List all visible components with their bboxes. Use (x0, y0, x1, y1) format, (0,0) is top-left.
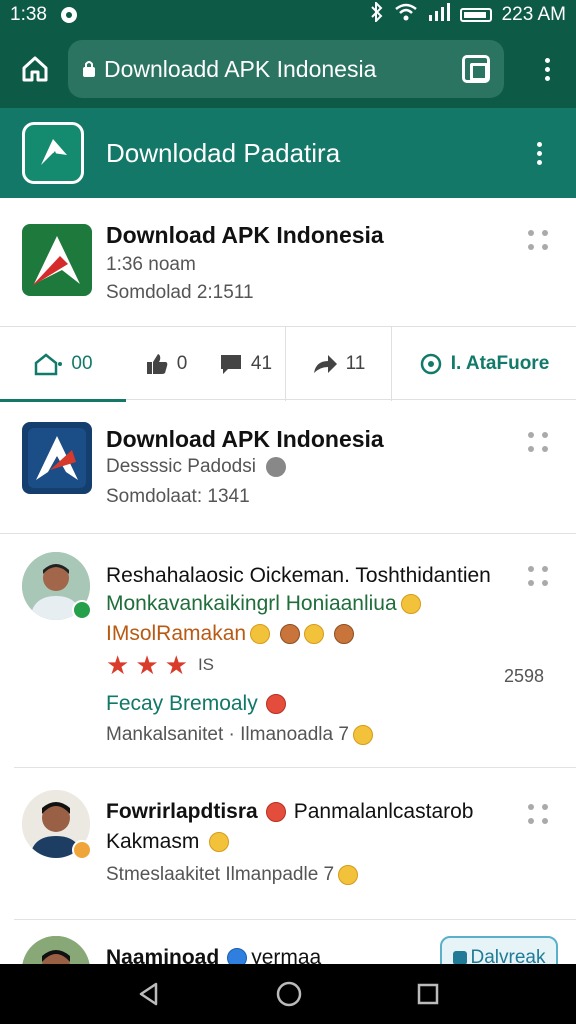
notification-dot-icon (60, 7, 77, 23)
comment-menu-button[interactable] (528, 804, 550, 826)
smile-emoji-icon (352, 724, 373, 745)
app-thumb-2 (22, 422, 92, 494)
home-button[interactable] (14, 48, 56, 90)
home-circle-icon[interactable] (276, 981, 302, 1007)
recents-square-icon[interactable] (417, 983, 439, 1005)
home-icon (22, 56, 48, 82)
action-count: 11 (345, 353, 366, 374)
comment-text-part: Mankalsanitet · Ilmanoadla 7 (106, 724, 349, 745)
action-comment[interactable]: 41 (206, 327, 286, 401)
angry-emoji-icon (265, 802, 286, 823)
lock-icon (83, 61, 95, 77)
comment-text-part: IMsolRamakan (106, 622, 247, 645)
app-row-title: Download APK Indonesia (106, 426, 384, 452)
url-text: Downloadd APK Indonesia (104, 55, 377, 82)
smile-emoji-icon (304, 624, 325, 645)
badge-icon (72, 840, 92, 860)
action-count: 0 (176, 353, 188, 374)
tabs-button[interactable] (462, 55, 490, 83)
star-icon: ★ (135, 650, 159, 680)
browser-toolbar: Downloadd APK Indonesia (0, 30, 576, 108)
clock-icon (266, 457, 286, 477)
system-nav-bar (0, 964, 576, 1024)
comment-text: Monkavankaikingrl Honiaanliua (106, 592, 421, 616)
comment-meta: Stmeslaakitet Ilmanpadle 7 (106, 864, 359, 886)
action-bar: 00 0 41 11 I. AtaFuore (0, 326, 576, 402)
star-rating: ★ ★ ★ IS (106, 652, 214, 678)
app-menu-button[interactable] (524, 133, 554, 173)
status-time: 1:38 (10, 4, 47, 25)
row-menu-button[interactable] (528, 230, 550, 252)
screen: 1:38 223 AM Downloadd APK Indonesia Down… (0, 0, 576, 1024)
grinning-emoji-icon (250, 624, 271, 645)
avatar[interactable] (22, 936, 90, 964)
comment-author: Naaminoad (106, 946, 220, 964)
app-row-2[interactable]: Download APK Indonesia Dessssic Padodsi … (0, 400, 576, 534)
action-count: 41 (250, 353, 273, 374)
rating-suffix: IS (197, 655, 214, 674)
comment-icon (220, 355, 241, 374)
app-header: Downlodad Padatira (0, 108, 576, 198)
smile-emoji-icon (338, 864, 359, 885)
comment-text: Kakmasm (106, 830, 230, 854)
home-outline-icon (35, 353, 63, 376)
app-header-title: Downlodad Padatira (106, 137, 341, 168)
battery-icon (459, 8, 492, 22)
comment-text: Reshahalaosic Oickeman. Toshthidantien (106, 564, 491, 587)
comment-text-part: Fecay Bremoaly (106, 692, 258, 715)
comment-text: IMsolRamakan (106, 622, 355, 646)
comment-text: Naaminoad yermaa (106, 946, 321, 964)
status-clock: 223 AM (501, 4, 566, 25)
comment-time: 2598 (504, 666, 545, 686)
hands-emoji-icon (209, 832, 230, 853)
action-share[interactable]: 11 (286, 327, 392, 401)
comment-meta: Mankalsanitet · Ilmanoadla 7 (106, 724, 373, 746)
share-icon (313, 355, 337, 373)
thumbs-up-icon (146, 354, 168, 374)
comment-menu-button[interactable] (528, 566, 550, 588)
app-row-meta: Somdolaat: 1341 (106, 486, 250, 507)
wifi-icon (394, 2, 418, 28)
action-count: 00 (71, 353, 93, 374)
comment-text: Fowrirlapdtisra Panmalanlcastarob (106, 800, 473, 824)
angry-emoji-icon (265, 694, 286, 715)
back-triangle-icon[interactable] (137, 982, 161, 1006)
comment-text-part: Panmalanlcastarob (293, 800, 474, 823)
app-logo (22, 122, 84, 184)
action-home[interactable]: 00 (0, 327, 126, 402)
bluetooth-icon (370, 0, 384, 28)
comment-text-part: yermaa (251, 946, 322, 964)
comment-2: Fowrirlapdtisra Panmalanlcastarob Kakmasm… (14, 768, 576, 920)
action-like[interactable]: 0 (126, 327, 206, 401)
action-label: I. AtaFuore (450, 353, 550, 374)
action-atafuore[interactable]: I. AtaFuore (392, 327, 576, 401)
browser-menu-button[interactable] (532, 49, 562, 89)
refresh-icon (420, 353, 441, 375)
comment-1: Reshahalaosic Oickeman. Toshthidantien M… (14, 534, 576, 768)
status-bar: 1:38 223 AM (0, 0, 576, 30)
comment-text: Fecay Bremoaly (106, 692, 286, 716)
app-row-1[interactable]: Download APK Indonesia 1:36 noam Somdola… (0, 198, 576, 326)
comment-author: Fowrirlapdtisra (106, 800, 258, 823)
app-thumb-1 (22, 224, 92, 296)
verified-check-icon (227, 948, 248, 964)
app-row-meta: Dessssic Padodsi (106, 456, 256, 477)
address-bar[interactable]: Downloadd APK Indonesia (68, 40, 504, 98)
app-row-meta: Somdolad 2:1511 (106, 282, 254, 303)
hands-emoji-icon (400, 594, 421, 615)
verified-badge-icon (72, 600, 92, 620)
row-menu-button[interactable] (528, 432, 550, 454)
star-icon: ★ (106, 650, 130, 680)
comment-text-part: Monkavankaikingrl Honiaanliua (106, 592, 397, 615)
signal-icon (428, 3, 450, 27)
app-row-meta: 1:36 noam (106, 254, 196, 275)
face-emoji-icon (334, 624, 355, 645)
app-row-title: Download APK Indonesia (106, 222, 384, 248)
laugh-emoji-icon (280, 624, 301, 645)
comment-text-part: Stmeslaakitet Ilmanpadle 7 (106, 864, 335, 885)
star-icon: ★ (164, 650, 188, 680)
reply-icon (452, 951, 467, 965)
comment-text-part: Kakmasm (106, 830, 200, 853)
